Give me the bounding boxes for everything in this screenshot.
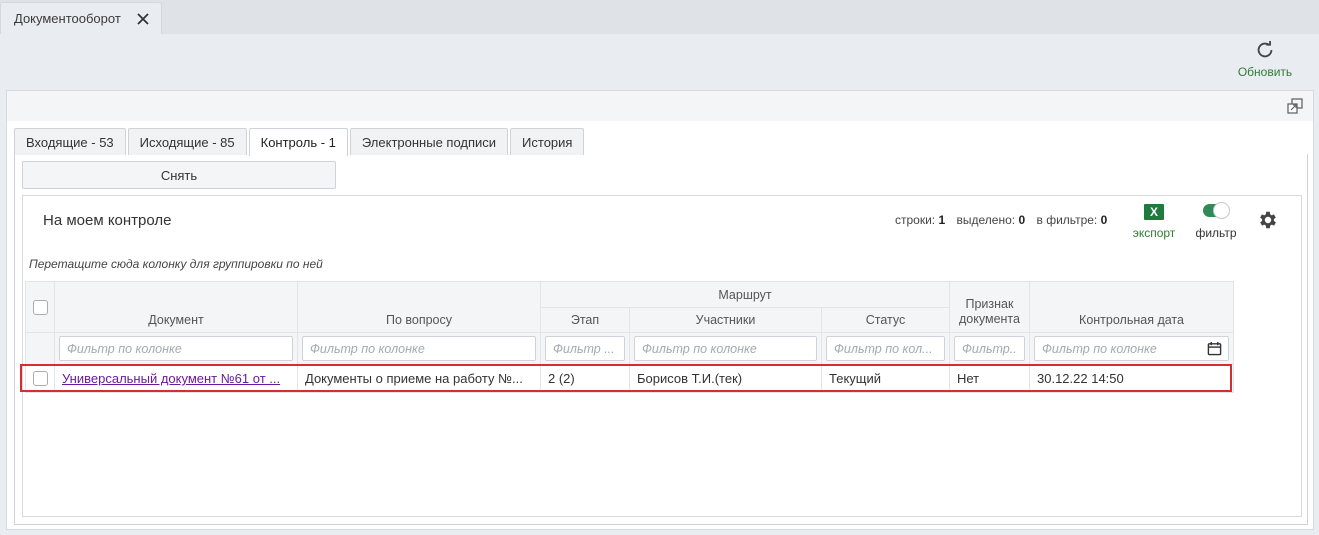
document-link[interactable]: Универсальный документ №61 от ... [62,371,280,386]
col-header-route: Маршрут [540,281,950,308]
remove-control-button[interactable]: Снять [22,161,336,189]
grid-title: На моем контроле [43,212,172,229]
toggle-switch[interactable] [1203,202,1230,219]
rows-count-label: строки: [895,213,936,227]
select-all-checkbox[interactable] [32,299,48,315]
control-grid: На моем контроле строки: 1 выделено: 0 в… [20,195,1302,517]
col-header-document[interactable]: Документ [54,281,298,333]
filtered-count-label: в фильтре: [1036,213,1098,227]
export-button[interactable]: X экспорт [1131,204,1177,240]
selected-count: 0 [1018,213,1026,227]
cell-question: Документы о приеме на работу №... [297,364,541,393]
filter-document-input[interactable] [59,336,293,361]
toolbar: Обновить [0,34,1319,84]
cell-sign: Нет [949,364,1030,393]
group-by-hint: Перетащите сюда колонку для группировки … [29,257,323,271]
filter-stage-input[interactable] [545,336,625,361]
filter-question-input[interactable] [302,336,536,361]
rows-count: 1 [938,213,946,227]
excel-icon: X [1144,204,1164,220]
filter-participants-input[interactable] [634,336,817,361]
cell-stage: 2 (2) [540,364,630,393]
tab-e-signatures[interactable]: Электронные подписи [349,128,509,155]
app-tab-label: Документооборот [14,11,121,26]
cell-participants: Борисов Т.И.(тек) [629,364,822,393]
filter-control-date-input[interactable] [1034,336,1229,361]
app-tab-strip: Документооборот [0,0,1319,34]
col-header-control-date[interactable]: Контрольная дата [1029,281,1234,333]
documents-table: Документ По вопросу Маршрут Признак доку… [25,281,1234,393]
col-header-sign[interactable]: Признак документа [949,281,1030,333]
filtered-count: 0 [1100,213,1108,227]
row-checkbox[interactable] [32,371,48,386]
subtabs: Входящие - 53 Исходящие - 85 Контроль - … [14,128,585,156]
selected-count-label: выделено: [956,213,1016,227]
tab-outgoing[interactable]: Исходящие - 85 [127,128,247,155]
filter-row [25,332,1234,365]
filter-status-input[interactable] [826,336,945,361]
gear-icon[interactable] [1257,209,1279,231]
refresh-icon [1257,41,1273,58]
tab-incoming[interactable]: Входящие - 53 [14,128,126,155]
popout-icon[interactable] [1287,98,1303,114]
main-panel: Входящие - 53 Исходящие - 85 Контроль - … [6,90,1314,530]
cell-control-date: 30.12.22 14:50 [1029,364,1234,393]
panel-header [7,91,1313,121]
close-icon[interactable] [136,12,150,26]
filter-label: фильтр [1195,226,1237,240]
col-header-status[interactable]: Статус [821,307,950,333]
col-header-participants[interactable]: Участники [629,307,822,333]
refresh-button[interactable]: Обновить [1233,39,1297,81]
grid-stats: строки: 1 выделено: 0 в фильтре: 0 [895,213,1107,227]
cell-status: Текущий [821,364,950,393]
select-all-header [25,281,55,333]
col-header-question[interactable]: По вопросу [297,281,541,333]
refresh-label: Обновить [1237,65,1293,79]
tab-control[interactable]: Контроль - 1 [248,128,348,156]
app-tab-documents[interactable]: Документооборот [0,2,162,34]
filter-sign-input[interactable] [954,336,1025,361]
table-row[interactable]: Универсальный документ №61 от ... Докуме… [25,364,1234,393]
calendar-icon[interactable] [1207,341,1222,356]
export-label: экспорт [1132,226,1176,240]
filter-toggle[interactable]: фильтр [1193,202,1239,240]
col-header-stage[interactable]: Этап [540,307,630,333]
tab-history[interactable]: История [510,128,585,155]
